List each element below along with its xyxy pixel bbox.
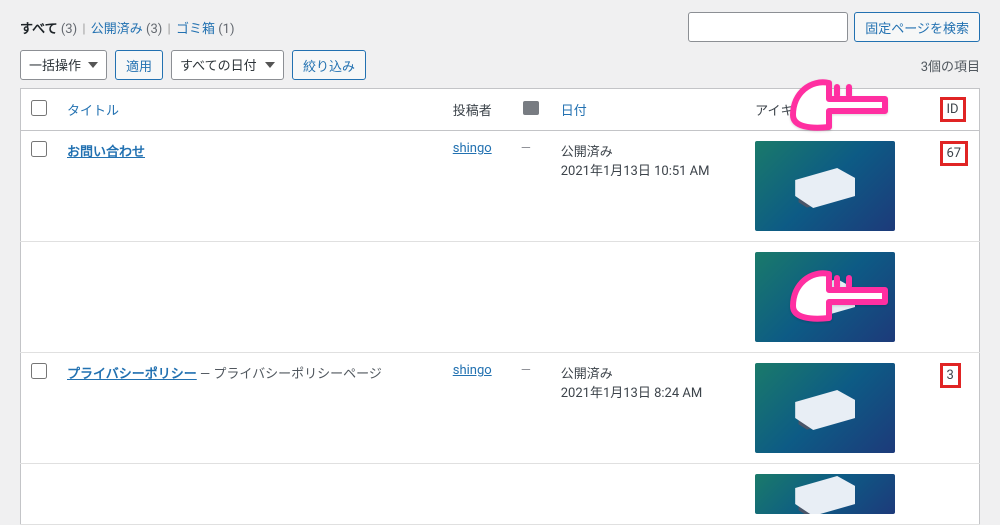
row-thumbnail bbox=[755, 363, 895, 453]
apply-button[interactable]: 適用 bbox=[115, 50, 163, 80]
row-title-link[interactable]: お問い合わせ bbox=[67, 145, 145, 160]
column-thumbnail: アイキャッチ bbox=[745, 89, 929, 131]
row-id: 67 bbox=[930, 131, 980, 242]
table-row: プライバシーポリシー — プライバシーポリシーページ shingo — 公開済み… bbox=[21, 353, 980, 464]
row-thumbnail bbox=[755, 474, 895, 514]
row-subtitle: — プライバシーポリシーページ bbox=[197, 367, 382, 382]
filter-trash-count: (1) bbox=[218, 22, 234, 37]
filter-all-count: (3) bbox=[61, 22, 77, 37]
table-row: お問い合わせ shingo — 公開済み 2021年1月13日 10:51 AM… bbox=[21, 131, 980, 242]
row-checkbox[interactable] bbox=[31, 141, 47, 157]
search-input[interactable] bbox=[688, 12, 848, 42]
search-button[interactable]: 固定ページを検索 bbox=[854, 12, 980, 42]
pages-table: タイトル 投稿者 日付 アイキャッチ ID bbox=[20, 88, 980, 525]
filter-published-link[interactable]: 公開済み bbox=[91, 22, 143, 37]
items-count: 3個の項目 bbox=[921, 56, 980, 75]
column-date[interactable]: 日付 bbox=[551, 89, 745, 131]
filter-published-count: (3) bbox=[146, 22, 162, 37]
filter-trash-link[interactable]: ゴミ箱 bbox=[176, 22, 215, 37]
table-row bbox=[21, 464, 980, 525]
row-comments: — bbox=[511, 353, 551, 464]
row-title-link[interactable]: プライバシーポリシー bbox=[67, 367, 197, 382]
filter-all-label[interactable]: すべて bbox=[20, 22, 58, 37]
column-id: ID bbox=[930, 89, 980, 131]
view-filter-links: すべて (3) | 公開済み (3) | ゴミ箱 (1) bbox=[20, 18, 235, 37]
comment-icon bbox=[523, 101, 539, 115]
column-author: 投稿者 bbox=[443, 89, 511, 131]
row-checkbox[interactable] bbox=[31, 363, 47, 379]
date-filter-select[interactable]: すべての日付 bbox=[171, 50, 284, 80]
filter-button[interactable]: 絞り込み bbox=[292, 50, 366, 80]
row-date: 公開済み 2021年1月13日 10:51 AM bbox=[551, 131, 745, 242]
row-author-link[interactable]: shingo bbox=[453, 363, 492, 378]
bulk-action-select[interactable]: 一括操作 bbox=[20, 50, 107, 80]
select-all-checkbox[interactable] bbox=[31, 100, 47, 116]
row-thumbnail bbox=[755, 252, 895, 342]
row-thumbnail bbox=[755, 141, 895, 231]
row-author-link[interactable]: shingo bbox=[453, 141, 492, 156]
column-comments[interactable] bbox=[511, 89, 551, 131]
table-row bbox=[21, 242, 980, 353]
row-comments: — bbox=[511, 131, 551, 242]
row-date: 公開済み 2021年1月13日 8:24 AM bbox=[551, 353, 745, 464]
row-id: 3 bbox=[930, 353, 980, 464]
column-title[interactable]: タイトル bbox=[57, 89, 443, 131]
